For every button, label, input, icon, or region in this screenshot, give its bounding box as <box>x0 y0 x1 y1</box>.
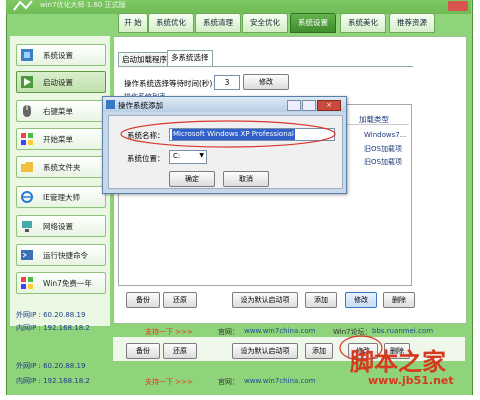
close-button[interactable] <box>448 1 468 11</box>
sidebar-item-label: 启动设置 <box>43 78 73 87</box>
outer-ip: 外网IP : 60.20.88.19 <box>16 311 86 319</box>
subtab-multi-os[interactable]: 多系统选择 <box>167 50 213 67</box>
tab-beautify[interactable]: 系统美化 <box>340 13 386 33</box>
inner-ip: 内网IP : 192.168.18.2 <box>16 324 90 332</box>
sidebar-item-label: Win7免费一年 <box>43 279 92 288</box>
watermark-text: 脚本之家 <box>350 347 446 376</box>
sidebar-item-context-menu[interactable]: 右键菜单 <box>16 100 106 122</box>
outer-ip: 外网IP : 60.20.88.19 <box>16 362 86 370</box>
subtab-startup-programs[interactable]: 启动加载程序 <box>118 52 171 67</box>
system-position-select[interactable]: C: ▼ <box>169 150 207 164</box>
restore-button[interactable]: 还原 <box>163 292 197 308</box>
sidebar-item-network[interactable]: 网络设置 <box>16 215 106 237</box>
add-button[interactable]: 添加 <box>305 343 333 359</box>
watermark-url: www.jb51.net <box>368 374 454 387</box>
tab-system-optimize[interactable]: 系统优化 <box>148 13 194 33</box>
restore-button[interactable]: 还原 <box>163 343 197 359</box>
sidebar-item-label: 网络设置 <box>43 222 73 231</box>
modify-wait-button[interactable]: 修改 <box>243 74 289 90</box>
set-default-button[interactable]: 设为默认启动项 <box>232 343 298 359</box>
system-position-label: 系统位置： <box>127 154 165 163</box>
sidebar-item-label: IE管理大师 <box>43 193 80 202</box>
sidebar-item-run-commands[interactable]: 运行快捷命令 <box>16 244 106 266</box>
ok-button[interactable]: 确定 <box>169 171 215 187</box>
sidebar-item-startup[interactable]: 启动设置 <box>16 71 106 93</box>
sidebar-item-win7-free[interactable]: Win7免费一年 <box>16 272 106 294</box>
inner-ip: 内网IP : 192.168.18.2 <box>16 377 90 385</box>
set-default-button[interactable]: 设为默认启动项 <box>232 292 298 308</box>
support-link[interactable]: 支持一下 >>> <box>145 377 193 387</box>
sidebar-item-label: 开始菜单 <box>43 135 73 144</box>
site-label: 官网： <box>218 328 239 336</box>
settings-icon <box>20 48 34 62</box>
app-logo-icon <box>12 0 38 14</box>
run-icon <box>20 248 34 262</box>
modify-button[interactable]: 修改 <box>345 292 377 308</box>
subtab-divider <box>118 66 413 67</box>
minimize-button[interactable] <box>287 100 301 111</box>
windows-logo-icon <box>20 132 34 146</box>
mouse-icon <box>20 104 34 118</box>
chevron-down-icon: ▼ <box>199 152 204 159</box>
dialog-close-button[interactable]: × <box>317 100 341 111</box>
sidebar-item-ie-manager[interactable]: IE管理大师 <box>16 186 106 208</box>
sidebar-item-label: 系统设置 <box>43 51 73 60</box>
site-link[interactable]: www.win7china.com <box>244 377 315 385</box>
highlight-ellipse <box>120 120 336 148</box>
dialog-app-icon <box>106 100 115 109</box>
table-row[interactable]: Windows7... <box>364 131 406 139</box>
site-label: 官网： <box>218 378 239 386</box>
table-row[interactable]: 旧OS加载项 <box>364 157 402 167</box>
sidebar-item-start-menu[interactable]: 开始菜单 <box>16 128 106 150</box>
table-divider <box>345 124 409 125</box>
support-link[interactable]: 支持一下 >>> <box>145 327 193 337</box>
tab-security[interactable]: 安全优化 <box>242 13 288 33</box>
table-row[interactable]: 旧OS加载项 <box>364 144 402 154</box>
tab-system-settings[interactable]: 系统设置 <box>290 13 336 33</box>
sidebar-item-label: 运行快捷命令 <box>43 251 88 260</box>
sidebar-item-system-settings[interactable]: 系统设置 <box>16 44 106 66</box>
startup-icon <box>20 75 34 89</box>
tab-system-clean[interactable]: 系统清理 <box>195 13 241 33</box>
folder-icon <box>20 160 34 174</box>
dialog-title: 操作系统添加 <box>118 101 163 110</box>
tab-start[interactable]: 开 始 <box>118 13 148 33</box>
sidebar-item-label: 右键菜单 <box>43 107 73 116</box>
add-button[interactable]: 添加 <box>305 292 337 308</box>
ie-icon <box>20 190 34 204</box>
window-title: win7优化大师 1.60 正式版 <box>40 1 126 9</box>
backup-button[interactable]: 备份 <box>126 292 160 308</box>
network-icon <box>20 219 34 233</box>
tab-resources[interactable]: 推荐资源 <box>389 13 435 33</box>
delete-button[interactable]: 删除 <box>383 292 415 308</box>
cancel-button[interactable]: 取消 <box>223 171 269 187</box>
maximize-button[interactable] <box>302 100 316 111</box>
backup-button[interactable]: 备份 <box>126 343 160 359</box>
sidebar-item-system-folder[interactable]: 系统文件夹 <box>16 156 106 178</box>
site-link[interactable]: www.win7china.com <box>244 327 315 335</box>
wait-time-input[interactable]: 3 <box>214 75 240 90</box>
sidebar-item-label: 系统文件夹 <box>43 163 81 172</box>
windows-flag-icon <box>20 276 34 290</box>
wait-time-label: 操作系统选择等待时间(秒)： <box>124 79 220 88</box>
system-position-value: C: <box>173 152 181 160</box>
